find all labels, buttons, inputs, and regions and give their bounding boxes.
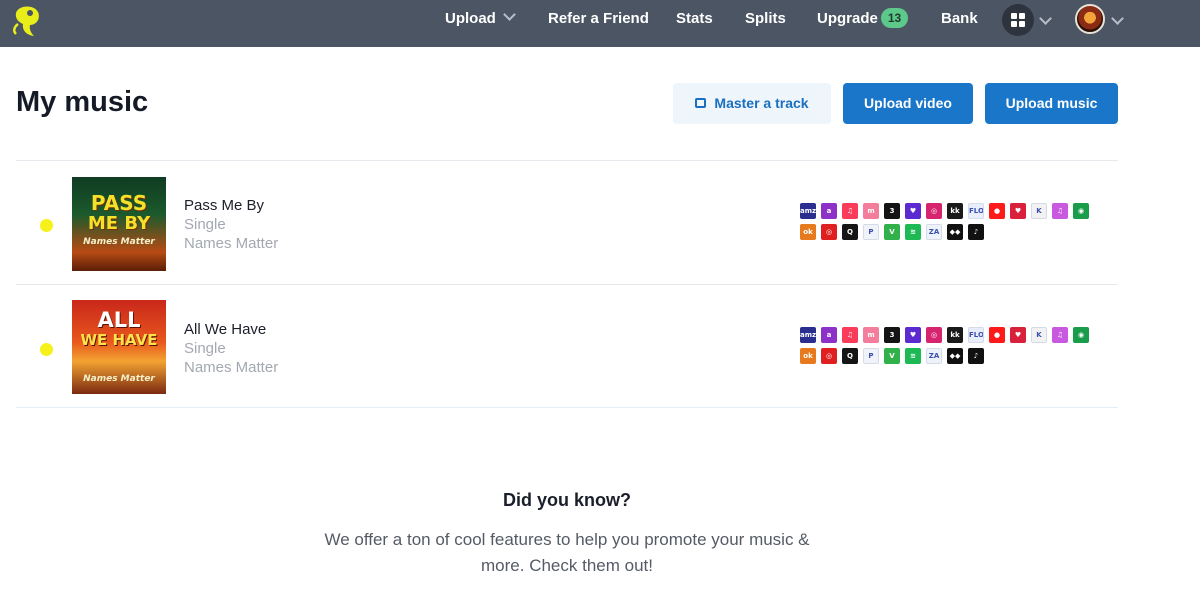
nav-upload[interactable]: Upload [445, 0, 516, 40]
spotify-icon[interactable]: ≋ [905, 224, 921, 240]
audiomack-icon[interactable]: 3 [884, 203, 900, 219]
nav-refer-a-friend[interactable]: Refer a Friend [548, 0, 649, 40]
youtube-music-icon[interactable]: ● [989, 203, 1005, 219]
nav-upgrade[interactable]: Upgrade 13 [817, 0, 909, 40]
qobuz-icon[interactable]: Q [842, 224, 858, 240]
master-a-track-button[interactable]: Master a track [673, 83, 831, 124]
tidal-icon[interactable]: ◆◆ [947, 224, 963, 240]
cover-title-line-2: ME BY [87, 213, 151, 234]
instagram-icon[interactable]: ◎ [926, 327, 942, 343]
upload-music-button[interactable]: Upload music [985, 83, 1118, 124]
cover-title-line-1: PASS [90, 191, 148, 215]
tiktok-icon[interactable]: ♪ [968, 224, 984, 240]
album-cover-all-we-have[interactable]: ALL WE HAVE Names Matter [72, 300, 166, 394]
logo-icon[interactable] [10, 3, 46, 39]
track-type: Single [184, 216, 226, 233]
nav-bank[interactable]: Bank [941, 0, 978, 40]
flo-icon[interactable]: FLO [968, 203, 984, 219]
nav-upgrade-label: Upgrade [817, 10, 878, 27]
boomplay-icon[interactable]: m [863, 203, 879, 219]
flo-icon[interactable]: FLO [968, 327, 984, 343]
napster-icon[interactable]: ◉ [1073, 327, 1089, 343]
kkbox-icon[interactable]: kk [947, 203, 963, 219]
anghami-icon[interactable]: a [821, 327, 837, 343]
iheartradio-icon[interactable]: ♥ [1010, 327, 1026, 343]
tidal-icon[interactable]: ◆◆ [947, 348, 963, 364]
did-you-know-text: We offer a ton of cool features to help … [324, 530, 810, 575]
track-title[interactable]: Pass Me By [184, 197, 264, 214]
audiomack-icon[interactable]: 3 [884, 327, 900, 343]
master-a-track-label: Master a track [714, 95, 809, 111]
napster-icon[interactable]: ◉ [1073, 203, 1089, 219]
netease-icon[interactable]: ◎ [821, 224, 837, 240]
status-indicator [40, 343, 53, 356]
mastering-icon [695, 98, 707, 108]
user-avatar[interactable] [1075, 4, 1105, 34]
apple-music-icon[interactable]: ♫ [842, 327, 858, 343]
itunes-icon[interactable]: ♫ [1052, 203, 1068, 219]
spotify-icon[interactable]: ≋ [905, 348, 921, 364]
nav-stats[interactable]: Stats [676, 0, 713, 40]
track-artist: Names Matter [184, 235, 279, 252]
chevron-down-icon[interactable] [1111, 12, 1124, 25]
cover-title-line-1: ALL [97, 308, 141, 332]
status-indicator [40, 219, 53, 232]
apps-menu-button[interactable] [1002, 4, 1034, 36]
amazon-music-icon[interactable]: amz [800, 203, 816, 219]
ok-icon[interactable]: ok [800, 348, 816, 364]
iheartradio-icon[interactable]: ♥ [1010, 203, 1026, 219]
upgrade-count-badge: 13 [880, 8, 909, 28]
cover-title-line-2: WE HAVE [80, 331, 158, 349]
track-row[interactable]: ALL WE HAVE Names Matter All We Have Sin… [16, 285, 1118, 408]
chevron-down-icon [502, 8, 516, 21]
pandora-icon[interactable]: P [863, 348, 879, 364]
qobuz-icon[interactable]: Q [842, 348, 858, 364]
saavn-icon[interactable]: ZA [926, 348, 942, 364]
kkbox-icon[interactable]: kk [947, 327, 963, 343]
track-title[interactable]: All We Have [184, 321, 266, 338]
kuack-icon[interactable]: K [1031, 203, 1047, 219]
boomplay-icon[interactable]: m [863, 327, 879, 343]
youtube-music-icon[interactable]: ● [989, 327, 1005, 343]
page-title: My music [16, 86, 149, 118]
track-type: Single [184, 340, 226, 357]
apple-music-icon[interactable]: ♫ [842, 203, 858, 219]
deezer-icon[interactable]: ♥ [905, 327, 921, 343]
pandora-icon[interactable]: P [863, 224, 879, 240]
nav-upload-label: Upload [445, 10, 496, 27]
album-cover-pass-me-by[interactable]: PASS ME BY Names Matter [72, 177, 166, 271]
upload-video-button[interactable]: Upload video [843, 83, 973, 124]
ok-icon[interactable]: ok [800, 224, 816, 240]
did-you-know-title: Did you know? [503, 490, 631, 510]
cover-artist: Names Matter [83, 374, 155, 384]
joox-icon[interactable]: V [884, 348, 900, 364]
saavn-icon[interactable]: ZA [926, 224, 942, 240]
deezer-icon[interactable]: ♥ [905, 203, 921, 219]
tiktok-icon[interactable]: ♪ [968, 348, 984, 364]
amazon-music-icon[interactable]: amz [800, 327, 816, 343]
kuack-icon[interactable]: K [1031, 327, 1047, 343]
divider [16, 407, 1118, 408]
itunes-icon[interactable]: ♫ [1052, 327, 1068, 343]
chevron-down-icon[interactable] [1039, 12, 1052, 25]
nav-splits[interactable]: Splits [745, 0, 786, 40]
track-artist: Names Matter [184, 359, 279, 376]
cover-artist: Names Matter [83, 237, 155, 247]
top-navigation-bar: Upload Refer a Friend Stats Splits Upgra… [0, 0, 1200, 47]
instagram-icon[interactable]: ◎ [926, 203, 942, 219]
anghami-icon[interactable]: a [821, 203, 837, 219]
joox-icon[interactable]: V [884, 224, 900, 240]
netease-icon[interactable]: ◎ [821, 348, 837, 364]
track-row[interactable]: PASS ME BY Names Matter Pass Me By Singl… [16, 161, 1118, 284]
